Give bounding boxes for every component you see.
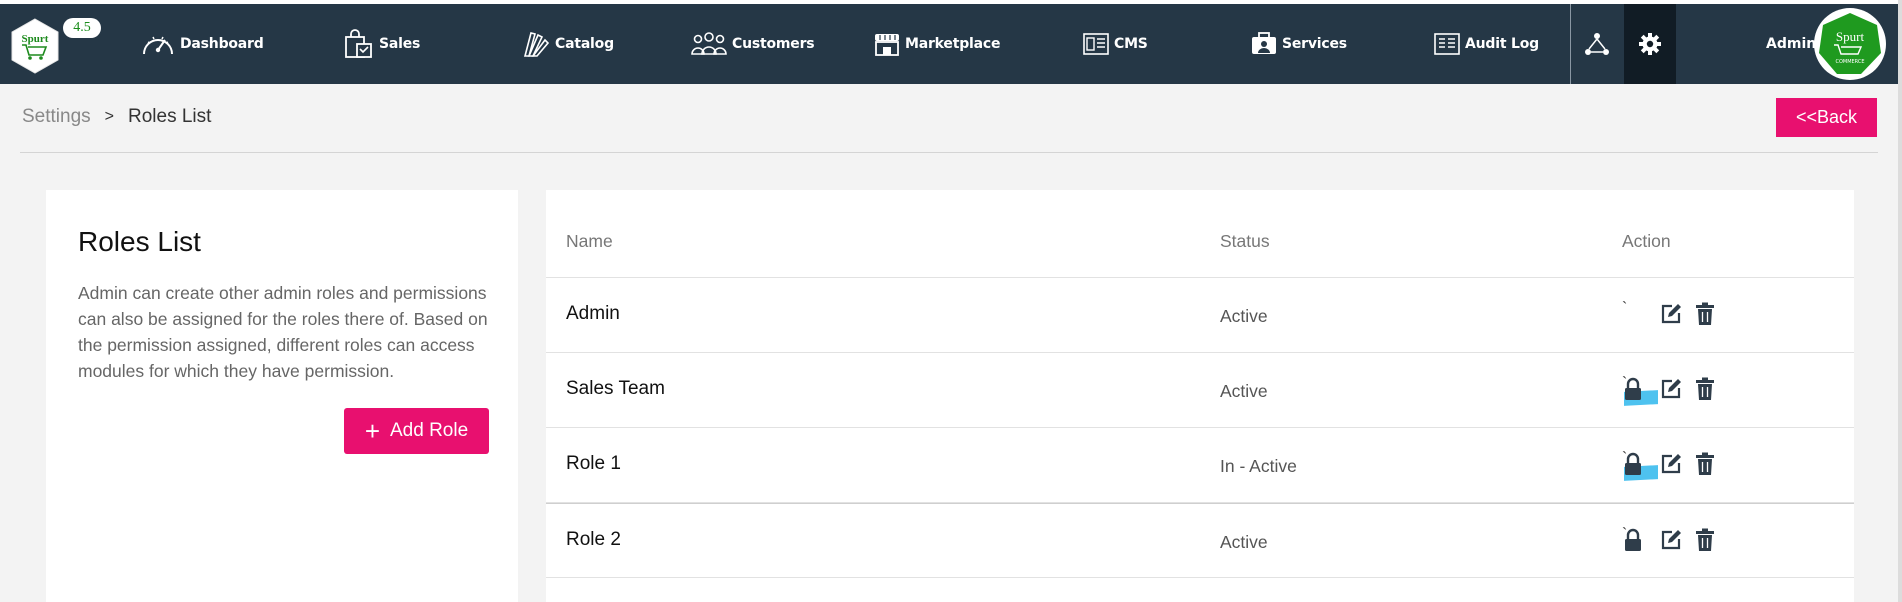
role-name: Admin [566,303,620,324]
nav-sales-label: Sales [379,36,421,52]
edit-icon [1661,304,1681,324]
delete-button[interactable] [1695,528,1715,557]
edit-icon [1661,379,1681,399]
add-role-label: Add Role [390,420,469,441]
nav-services[interactable]: Services [1250,4,1347,84]
role-name: Role 1 [566,453,621,474]
header-divider [20,152,1878,153]
nav-dashboard[interactable]: Dashboard [140,4,264,84]
role-name: Role 2 [566,529,621,550]
row-actions: ` [1621,526,1741,557]
role-status: Active [1220,532,1268,552]
svg-text:Spurt: Spurt [1836,29,1865,44]
catalog-swatch-icon [523,32,550,57]
audit-log-icon [1434,33,1460,55]
lock-icon [1625,528,1641,551]
breadcrumb-settings-link[interactable]: Settings [22,106,91,128]
page-title: Roles List [78,226,201,257]
lock-icon [1625,452,1641,475]
table-row: Role 1 In - Active ` [546,428,1854,503]
trash-icon [1696,377,1714,400]
settings-button[interactable] [1624,4,1676,84]
nav-cms[interactable]: CMS [1082,4,1148,84]
user-name[interactable]: Admin [1766,4,1816,84]
nav-dashboard-label: Dashboard [180,36,264,52]
role-status: Active [1220,381,1268,401]
nav-cms-label: CMS [1114,36,1148,52]
edit-icon [1661,454,1681,474]
trash-icon [1696,302,1714,325]
spurt-logo[interactable]: Spurt [10,18,60,74]
nav-marketplace[interactable]: Marketplace [873,4,1000,84]
page-scrollbar[interactable] [1898,0,1902,602]
permission-lock-button[interactable] [1623,377,1643,406]
permission-lock-button[interactable] [1623,528,1643,557]
header-action: Action [1622,231,1671,251]
breadcrumb: Settings > Roles List [22,106,211,128]
tick-mark: ` [1622,300,1628,317]
nav-audit-log[interactable]: Audit Log [1433,4,1539,84]
plus-icon: + [364,416,380,446]
roles-info-card: Roles List Admin can create other admin … [46,190,518,602]
hierarchy-icon [1585,33,1609,55]
avatar[interactable]: Spurt COMMERCE [1814,8,1886,80]
nav-customers-label: Customers [732,36,815,52]
shopping-bag-icon [345,29,372,58]
role-name: Sales Team [566,378,665,399]
nav-audit-log-label: Audit Log [1465,36,1539,52]
breadcrumb-current: Roles List [128,106,212,127]
nav-catalog[interactable]: Catalog [521,4,614,84]
delete-button[interactable] [1695,452,1715,481]
permission-lock-button[interactable] [1623,452,1643,481]
delete-button[interactable] [1695,377,1715,406]
top-nav-bar: Spurt 4.5 Dashboard Sales Catalog Custom… [0,4,1898,84]
breadcrumb-separator: > [104,108,114,125]
row-actions: ` [1621,450,1741,481]
nav-customers[interactable]: Customers [690,4,815,84]
storefront-icon [875,34,899,56]
svg-text:Spurt: Spurt [22,33,49,45]
role-status: Active [1220,306,1268,326]
version-badge: 4.5 [63,18,101,38]
role-status: In - Active [1220,456,1297,476]
nav-marketplace-label: Marketplace [905,36,1001,52]
edit-icon [1661,530,1681,550]
trash-icon [1696,528,1714,551]
lock-icon [1625,377,1641,400]
roles-description: Admin can create other admin roles and p… [78,283,488,381]
customers-group-icon [691,32,727,55]
trash-icon [1696,452,1714,475]
roles-table: Name Status Action Admin Active ` Sales … [546,190,1854,602]
row-actions: ` [1621,375,1741,406]
delete-button[interactable] [1695,302,1715,331]
table-row: Sales Team Active ` [546,353,1854,428]
nav-sales[interactable]: Sales [343,4,420,84]
table-row: Admin Active ` [546,278,1854,353]
gear-icon [1639,33,1661,55]
table-row: Role 2 Active ` [546,503,1854,578]
table-header: Name Status Action [546,190,1854,278]
add-role-button[interactable]: + Add Role [344,408,489,454]
edit-button[interactable] [1659,452,1683,481]
back-button[interactable]: <<Back [1776,98,1877,137]
services-briefcase-icon [1252,32,1276,54]
nav-services-label: Services [1282,36,1347,52]
header-status: Status [1220,231,1270,251]
header-name: Name [566,231,613,251]
row-actions: ` [1621,300,1741,331]
nav-catalog-label: Catalog [555,36,614,52]
hierarchy-button[interactable] [1571,4,1623,84]
speedometer-icon [143,36,173,55]
edit-button[interactable] [1659,302,1683,331]
edit-button[interactable] [1659,528,1683,557]
edit-button[interactable] [1659,377,1683,406]
cms-page-icon [1083,33,1109,55]
svg-text:COMMERCE: COMMERCE [1835,59,1864,65]
